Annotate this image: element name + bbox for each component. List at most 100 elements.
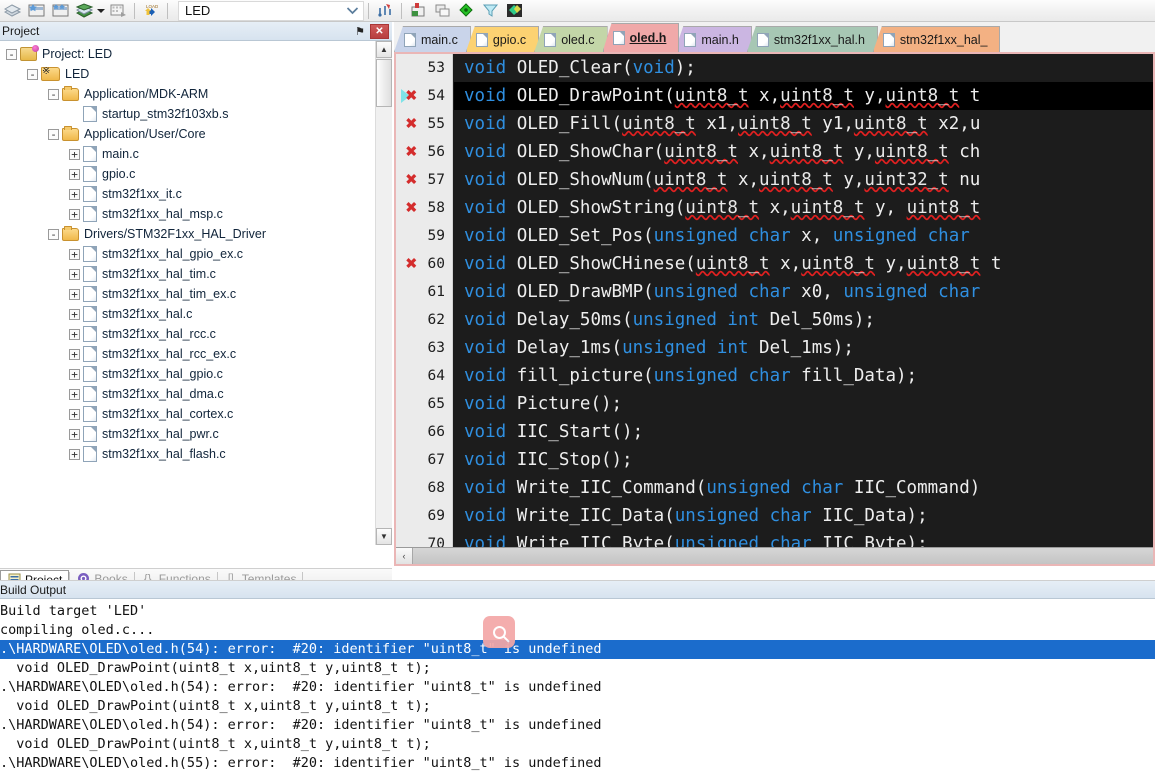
manage-project-items-icon[interactable] (107, 1, 129, 21)
project-tree[interactable]: -Project: LED-LED-Application/MDK-ARMsta… (0, 41, 375, 545)
tree-item[interactable]: + stm32f1xx_hal_cortex.c (0, 404, 375, 424)
scroll-up-icon[interactable]: ▲ (376, 41, 392, 58)
gutter-line[interactable]: ✖ 56 (396, 138, 452, 166)
tree-item[interactable]: + stm32f1xx_hal.c (0, 304, 375, 324)
load-icon[interactable]: LOAD (140, 1, 162, 21)
tree-item[interactable]: + stm32f1xx_hal_gpio.c (0, 364, 375, 384)
manage-run-time-env-icon[interactable] (407, 1, 429, 21)
tree-item[interactable]: + stm32f1xx_hal_tim.c (0, 264, 375, 284)
tree-item[interactable]: - Project: LED (0, 44, 375, 64)
scroll-down-icon[interactable]: ▼ (376, 528, 392, 545)
build-icon[interactable] (1, 1, 23, 21)
target-select[interactable]: LED (178, 0, 364, 21)
editor-gutter[interactable]: 53 ✖ 54 ✖ 55 ✖ 56 ✖ 57 ✖ 58 59 ✖ 60 61 62 63 64 65 66 67 68 69… (396, 54, 453, 564)
gutter-line[interactable]: ✖ 60 (396, 250, 452, 278)
editor-tab-stm32f1xx-hal-h[interactable]: stm32f1xx_hal.h (746, 26, 878, 52)
error-marker-icon[interactable]: ✖ (405, 144, 418, 160)
expand-icon[interactable]: + (69, 268, 80, 280)
error-marker-icon[interactable]: ✖ (405, 256, 418, 272)
scrollbar-thumb[interactable] (376, 59, 392, 107)
download-icon[interactable] (73, 1, 95, 21)
code-line[interactable]: void Write_IIC_Data(unsigned char IIC_Da… (454, 502, 1153, 530)
code-line[interactable]: void Picture(); (454, 390, 1153, 418)
tree-item[interactable]: + stm32f1xx_hal_tim_ex.c (0, 284, 375, 304)
gutter-line[interactable]: 68 (396, 474, 452, 502)
tree-item[interactable]: + stm32f1xx_hal_rcc_ex.c (0, 344, 375, 364)
expand-icon[interactable]: + (69, 428, 80, 440)
editor-tab-stm32f1xx-hal-[interactable]: stm32f1xx_hal_ (872, 26, 1001, 52)
pin-icon[interactable]: ⚑ (353, 24, 367, 39)
code-line[interactable]: void OLED_ShowChar(uint8_t x,uint8_t y,u… (454, 138, 1153, 166)
build-output-log[interactable]: Build target 'LED' compiling oled.c... .\H… (0, 599, 1155, 777)
collapse-icon[interactable]: - (48, 88, 59, 100)
chevron-down-icon[interactable] (343, 2, 361, 20)
tree-item[interactable]: + stm32f1xx_it.c (0, 184, 375, 204)
code-line[interactable]: void IIC_Stop(); (454, 446, 1153, 474)
expand-icon[interactable]: + (69, 408, 80, 420)
download-dropdown-icon[interactable] (96, 1, 106, 21)
build-output-line[interactable]: void OLED_DrawPoint(uint8_t x,uint8_t y,… (0, 735, 1155, 754)
code-line[interactable]: void OLED_DrawPoint(uint8_t x,uint8_t y,… (454, 82, 1153, 110)
editor-tab-main-h[interactable]: main.h (674, 26, 752, 52)
code-line[interactable]: void Delay_1ms(unsigned int Del_1ms); (454, 334, 1153, 362)
expand-icon[interactable]: + (69, 168, 80, 180)
tree-item[interactable]: - Application/MDK-ARM (0, 84, 375, 104)
gutter-line[interactable]: 65 (396, 390, 452, 418)
batch-build-icon[interactable] (49, 1, 71, 21)
tree-item[interactable]: + stm32f1xx_hal_flash.c (0, 444, 375, 464)
gutter-line[interactable]: ✖ 55 (396, 110, 452, 138)
code-line[interactable]: void OLED_ShowString(uint8_t x,uint8_t y… (454, 194, 1153, 222)
debug-icon[interactable] (455, 1, 477, 21)
build-output-line[interactable]: .\HARDWARE\OLED\oled.h(54): error: #20: … (0, 678, 1155, 697)
hscrollbar-thumb[interactable] (413, 548, 1153, 564)
packs-icon[interactable] (503, 1, 525, 21)
code-line[interactable]: void fill_picture(unsigned char fill_Dat… (454, 362, 1153, 390)
new-window-icon[interactable] (431, 1, 453, 21)
tree-item[interactable]: startup_stm32f103xb.s (0, 104, 375, 124)
gutter-line[interactable]: 69 (396, 502, 452, 530)
search-icon[interactable] (483, 616, 515, 648)
collapse-icon[interactable]: - (48, 128, 59, 140)
editor-horizontal-scrollbar[interactable]: ‹ (396, 547, 1153, 564)
tree-item[interactable]: + stm32f1xx_hal_rcc.c (0, 324, 375, 344)
code-line[interactable]: void OLED_DrawBMP(unsigned char x0, unsi… (454, 278, 1153, 306)
expand-icon[interactable]: + (69, 348, 80, 360)
close-icon[interactable]: ✕ (370, 23, 389, 39)
tree-item[interactable]: + stm32f1xx_hal_msp.c (0, 204, 375, 224)
gutter-line[interactable]: ✖ 54 (396, 82, 452, 110)
expand-icon[interactable]: + (69, 288, 80, 300)
build-output-line[interactable]: void OLED_DrawPoint(uint8_t x,uint8_t y,… (0, 697, 1155, 716)
collapse-icon[interactable]: - (6, 48, 17, 60)
error-marker-icon[interactable]: ✖ (405, 116, 418, 132)
build-output-line[interactable]: void OLED_DrawPoint(uint8_t x,uint8_t y,… (0, 659, 1155, 678)
gutter-line[interactable]: 59 (396, 222, 452, 250)
error-marker-icon[interactable]: ✖ (405, 88, 418, 104)
tree-item[interactable]: + stm32f1xx_hal_gpio_ex.c (0, 244, 375, 264)
gutter-line[interactable]: ✖ 58 (396, 194, 452, 222)
expand-icon[interactable]: + (69, 448, 80, 460)
tree-item[interactable]: + main.c (0, 144, 375, 164)
editor-tab-gpio-c[interactable]: gpio.c (465, 26, 540, 52)
tree-item[interactable]: - Drivers/STM32F1xx_HAL_Driver (0, 224, 375, 244)
code-text[interactable]: void OLED_Clear(void); void OLED_DrawPoin… (454, 54, 1153, 564)
gutter-line[interactable]: 64 (396, 362, 452, 390)
gutter-line[interactable]: 61 (396, 278, 452, 306)
expand-icon[interactable]: + (69, 388, 80, 400)
editor-tab-main-c[interactable]: main.c (394, 26, 471, 52)
build-output-line[interactable]: .\HARDWARE\OLED\oled.h(54): error: #20: … (0, 716, 1155, 735)
error-marker-icon[interactable]: ✖ (405, 172, 418, 188)
collapse-icon[interactable]: - (27, 68, 38, 80)
editor-tab-oled-c[interactable]: oled.c (534, 26, 608, 52)
code-line[interactable]: void Delay_50ms(unsigned int Del_50ms); (454, 306, 1153, 334)
expand-icon[interactable]: + (69, 188, 80, 200)
code-line[interactable]: void OLED_ShowNum(uint8_t x,uint8_t y,ui… (454, 166, 1153, 194)
code-editor[interactable]: 53 ✖ 54 ✖ 55 ✖ 56 ✖ 57 ✖ 58 59 ✖ 60 61 62 63 64 65 66 67 68 69… (394, 52, 1155, 566)
gutter-line[interactable]: 62 (396, 306, 452, 334)
code-line[interactable]: void OLED_ShowCHinese(uint8_t x,uint8_t … (454, 250, 1153, 278)
expand-icon[interactable]: + (69, 248, 80, 260)
code-line[interactable]: void OLED_Fill(uint8_t x1,uint8_t y1,uin… (454, 110, 1153, 138)
code-line[interactable]: void OLED_Clear(void); (454, 54, 1153, 82)
expand-icon[interactable]: + (69, 148, 80, 160)
gutter-line[interactable]: 63 (396, 334, 452, 362)
code-line[interactable]: void Write_IIC_Command(unsigned char IIC… (454, 474, 1153, 502)
